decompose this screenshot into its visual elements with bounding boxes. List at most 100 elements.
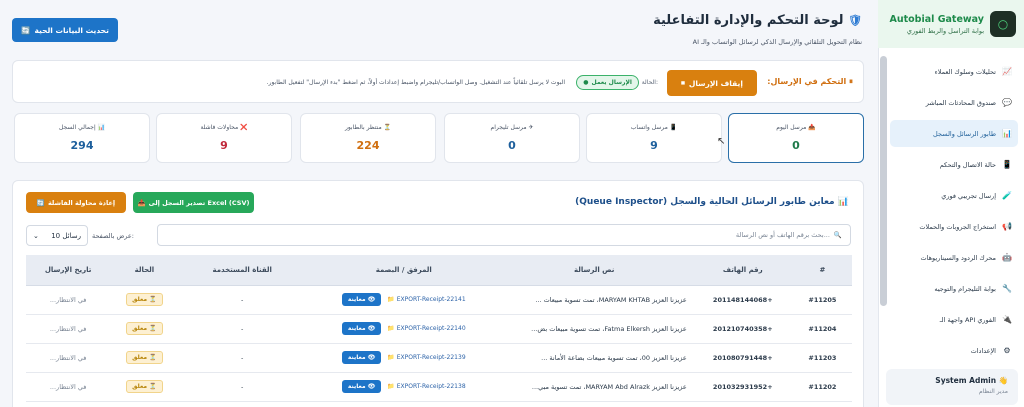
row-status: ⏳ معلق [110,372,179,402]
column-header[interactable]: نص الرسالة [501,255,693,286]
column-header[interactable]: تاريخ الإرسال [26,255,111,286]
row-date: في الانتظار... [26,372,111,402]
nav-icon: 📢 [1002,222,1012,231]
attachment-link[interactable]: EXPORT-Receipt-22141 📁 [387,296,465,303]
chart-icon: 📊 [837,197,849,207]
brand[interactable]: ○ Autobial Gateway بوابة التراسل والربط … [878,0,1024,48]
stat-label: 📤 مرسل اليوم [776,124,816,131]
sidebar-item-label: طابور الرسائل والسجل [933,129,996,138]
table-header-row: # رقم الهاتف نص الرسالة المرفق / البصمة … [26,255,852,286]
nav-icon: 🤖 [1002,253,1012,262]
sidebar-item[interactable]: ⚙ الإعدادات [890,337,1018,364]
stat-card-telegram-sent: ✈ مرسل تليجرام 0 [444,113,580,163]
sidebar-item[interactable]: 📱 حالة الاتصال والتحكم [890,151,1018,178]
nav-icon: ⚙ [1003,346,1011,355]
user-card[interactable]: System Admin 👋 مدير النظام [886,369,1018,405]
column-header[interactable]: القناة المستخدمة [178,255,306,286]
column-header[interactable]: # [792,255,852,286]
row-channel: - [178,285,306,315]
row-attachment: EXPORT-Receipt-22140 📁 👁 معاينة [305,314,502,344]
nav-icon: 🔧 [1002,284,1012,293]
retry-failed-button[interactable]: 🔄 إعادة محاولة الفاشلة [26,192,126,213]
column-header[interactable]: رقم الهاتف [692,255,793,286]
pause-icon: ⏸ [849,77,853,86]
table-row[interactable]: #11204 +201210740358 عزيزنا العزيز Fatma E… [26,314,852,344]
sidebar-item[interactable]: 🔌 واجهة الـ API الفوري [890,306,1018,333]
sidebar-item[interactable]: 🤖 محرك الردود والسيناريوهات [890,244,1018,271]
attachment-link[interactable]: EXPORT-Receipt-22140 📁 [387,325,465,332]
stat-value: 294 [70,139,94,152]
row-attachment: EXPORT-Receipt-22138 📁 👁 معاينة [305,372,502,402]
row-channel: - [178,372,306,402]
row-status: ⏳ معلق [110,314,179,344]
sidebar-item[interactable]: 📈 تحليلات وسلوك العملاء [890,58,1018,85]
row-phone: +201032931952 [692,372,793,402]
sidebar-item-label: إرسال تجريبي فوري [941,191,996,200]
sending-control-card: ⏸ التحكم في الإرسال: ⏹ إيقاف الإرسال الح… [12,60,864,103]
sidebar-item[interactable]: 🔧 بوابة التليجرام والتوجيه [890,275,1018,302]
brand-title: Autobial Gateway [889,13,985,25]
search-input[interactable]: بحث برقم الهاتف أو نص الرسالة... 🔍 [157,224,851,246]
preview-button[interactable]: 👁 معاينة [341,380,382,393]
status-badge: ● الإرسال يعمل [576,75,639,90]
row-phone: +201210740358 [692,314,793,344]
stat-label: 📊 إجمالي السجل [58,124,106,131]
sidebar-item-label: الإعدادات [970,346,996,355]
preview-label: معاينة [347,325,366,332]
nav-icon: 🧪 [1002,191,1012,200]
stat-value: 0 [792,139,800,152]
status-badge-text: معلق [132,296,148,303]
page-subtitle: نظام التحويل التلقائي والإرسال الذكي لرس… [692,38,862,46]
page-title: 🛡 لوحة التحكم والإدارة التفاعلية [653,13,862,28]
stat-label: ❌ محاولات فاشلة [200,124,248,131]
preview-button[interactable]: 👁 معاينة [341,322,382,335]
stat-label: ✈ مرسل تليجرام [490,124,534,131]
table-row[interactable]: #11202 +201032931952 عزيزنا العزيز MARYAM … [26,372,852,402]
sidebar-item[interactable]: 📊 طابور الرسائل والسجل [890,120,1018,147]
sidebar-item-label: بوابة التليجرام والتوجيه [934,284,996,293]
chart-icon: 📊 [97,124,106,131]
attachment-link[interactable]: EXPORT-Receipt-22138 📁 [387,383,465,390]
row-message: عزيزنا العزيز Fatma Elkersh، تمت تسوية م… [501,314,693,344]
status-badge-text: معلق [132,383,148,390]
refresh-data-button[interactable]: 🔄 تحديث البيانات الحية [12,18,118,42]
nav-icon: 📈 [1002,67,1012,76]
eye-icon: 👁 [365,296,376,303]
sidebar-item-label: محرك الردود والسيناريوهات [920,253,996,262]
search-placeholder: بحث برقم الهاتف أو نص الرسالة... [735,231,830,239]
refresh-icon: 🔄 [21,25,31,35]
column-header[interactable]: المرفق / البصمة [305,255,502,286]
preview-label: معاينة [347,383,366,390]
sidebar-item[interactable]: 💬 صندوق المحادثات المباشر [890,89,1018,116]
status-badge: ⏳ معلق [126,380,163,393]
preview-label: معاينة [347,296,366,303]
preview-label: معاينة [347,354,366,361]
table-row[interactable]: #11205 +201148144068 عزيزنا العزيز MARYAM … [26,285,852,315]
table-row[interactable]: #11203 +201080791448 عزيزنا العزيز 00، تمت… [26,343,852,373]
stop-sending-button[interactable]: ⏹ إيقاف الإرسال [667,70,757,96]
status-badge-text: معلق [132,354,148,361]
export-csv-button[interactable]: 📥 تصدير السجل إلى Excel (CSV) [133,192,254,213]
hourglass-icon: ⏳ [147,383,157,390]
sidebar-item[interactable]: 🧪 إرسال تجريبي فوري [890,182,1018,209]
stat-label: ⏳ منتظر بالطابور [344,124,392,131]
column-header[interactable]: الحالة [110,255,179,286]
chevron-down-icon: ⌄ [33,231,39,240]
hourglass-icon: ⏳ [147,325,157,332]
stat-card-whatsapp-sent: 📱 مرسل واتساب 9 [586,113,722,163]
attachment-link[interactable]: EXPORT-Receipt-22139 📁 [387,354,465,361]
row-attachment: EXPORT-Receipt-22139 📁 👁 معاينة [305,343,502,373]
stop-icon: ⏹ [681,78,685,87]
row-message: عزيزنا العزيز 00، تمت تسوية مبيعات بضاعة… [501,343,693,373]
sidebar-scrollbar[interactable] [880,56,887,306]
per-page-select[interactable]: ⌄ 10 رسائل [26,225,88,246]
row-date: في الانتظار... [26,314,111,344]
sidebar-item[interactable]: 📢 استخراج الجروبات والحملات [890,213,1018,240]
main-content: 🛡 لوحة التحكم والإدارة التفاعلية نظام ال… [0,0,878,407]
brand-subtitle: بوابة التراسل والربط الفوري [906,26,984,35]
row-id: #11202 [792,372,852,402]
preview-button[interactable]: 👁 معاينة [341,293,382,306]
preview-button[interactable]: 👁 معاينة [341,351,382,364]
row-phone: +201080791448 [692,343,793,373]
row-date: في الانتظار... [26,285,111,315]
